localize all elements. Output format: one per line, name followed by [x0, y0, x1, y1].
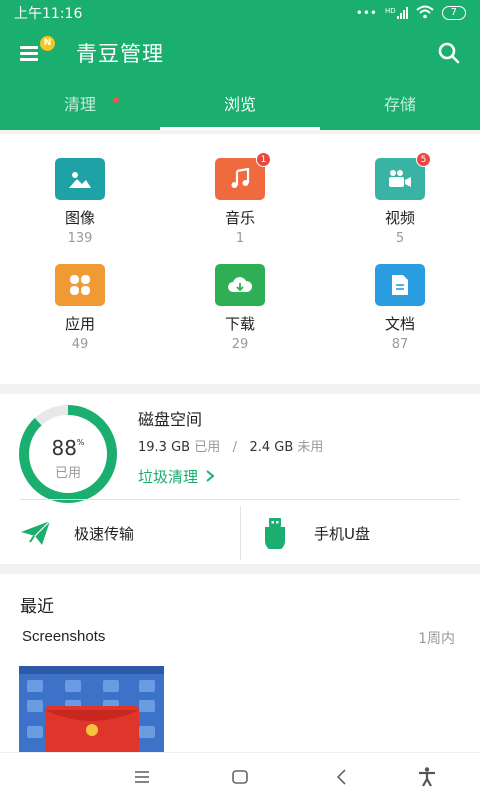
system-nav-bar	[0, 752, 480, 800]
fast-transfer-button[interactable]: 极速传输	[20, 506, 240, 560]
more-icon: •••	[355, 6, 377, 20]
app-title: 青豆管理	[76, 42, 164, 66]
tab-storage[interactable]: 存储	[320, 82, 480, 130]
category-label: 音乐	[224, 209, 255, 227]
accessibility-icon	[419, 767, 435, 787]
search-button[interactable]	[436, 40, 462, 66]
recent-folder-name[interactable]: Screenshots	[22, 628, 105, 645]
divider	[20, 499, 460, 500]
signal-icon: HD	[385, 7, 408, 19]
category-label: 应用	[64, 315, 95, 333]
phone-usb-drive-button[interactable]: 手机U盘	[262, 506, 462, 560]
disk-title: 磁盘空间	[138, 410, 203, 429]
tool-label: 手机U盘	[314, 524, 370, 543]
battery-icon: 7	[441, 6, 466, 20]
recent-section: 最近 Screenshots 1周内	[0, 574, 480, 752]
wifi-icon	[415, 5, 434, 22]
category-images[interactable]: 图像 139	[0, 158, 160, 246]
category-count: 29	[231, 337, 249, 352]
chevron-right-icon	[206, 470, 215, 482]
tab-clean-dot	[113, 97, 119, 103]
tab-bar: 清理 浏览 存储	[0, 82, 480, 130]
video-badge: 5	[416, 152, 431, 167]
hamburger-icon	[135, 771, 149, 783]
network-hd-label: HD	[384, 7, 396, 15]
accessibility-nav-button[interactable]	[415, 765, 439, 789]
category-label: 文档	[384, 315, 415, 333]
category-apps[interactable]: 应用 49	[0, 264, 160, 352]
status-bar: 上午11:16 ••• HD 7	[0, 0, 480, 26]
category-music[interactable]: 1 音乐 1	[160, 152, 320, 246]
recent-title: 最近	[20, 597, 54, 617]
category-grid: 图像 139 1 音乐 1 5 视频 5 应用 49 下载 29 文档 87	[0, 134, 480, 384]
disk-used-caption: 已用	[54, 466, 81, 481]
search-icon	[438, 42, 460, 64]
back-nav-button[interactable]	[330, 765, 354, 789]
apps-icon	[55, 264, 105, 306]
category-count: 5	[395, 231, 405, 246]
disk-usage-text: 88% 已用	[18, 404, 118, 504]
music-badge: 1	[256, 152, 271, 167]
send-icon	[21, 520, 51, 545]
image-icon	[55, 158, 105, 200]
music-icon: 1	[215, 152, 271, 200]
divider	[240, 506, 241, 560]
tab-browse[interactable]: 浏览	[160, 82, 320, 130]
menu-badge: N	[40, 36, 55, 51]
recent-folder-time: 1周内	[418, 631, 455, 647]
category-label: 视频	[384, 209, 415, 227]
download-icon	[215, 264, 265, 306]
category-count: 49	[71, 337, 89, 352]
tool-label: 极速传输	[74, 524, 135, 543]
category-count: 87	[391, 337, 409, 352]
app-bar: N 青豆管理	[0, 26, 480, 82]
menu-nav-button[interactable]	[130, 765, 154, 789]
recent-screenshot-thumbnail[interactable]	[19, 666, 164, 752]
category-label: 图像	[64, 209, 95, 227]
menu-button[interactable]: N	[18, 36, 55, 66]
home-nav-button[interactable]	[228, 765, 252, 789]
category-label: 下载	[224, 315, 255, 333]
category-count: 139	[67, 231, 93, 246]
category-documents[interactable]: 文档 87	[320, 264, 480, 352]
disk-info: 19.3 GB 已用 / 2.4 GB 未用	[138, 440, 324, 455]
tab-clean[interactable]: 清理	[0, 82, 160, 130]
category-downloads[interactable]: 下载 29	[160, 264, 320, 352]
disk-used-percent: 88%	[51, 436, 85, 460]
status-time: 上午11:16	[14, 6, 83, 22]
document-icon	[375, 264, 425, 306]
disk-space-card: 88% 已用 磁盘空间 19.3 GB 已用 / 2.4 GB 未用 垃圾清理 …	[0, 394, 480, 564]
category-count: 1	[235, 231, 245, 246]
junk-clean-link[interactable]: 垃圾清理	[138, 466, 215, 487]
home-square-icon	[232, 770, 248, 784]
usb-drive-icon	[265, 518, 285, 549]
back-icon	[336, 769, 346, 785]
video-icon: 5	[375, 152, 431, 200]
category-video[interactable]: 5 视频 5	[320, 152, 480, 246]
